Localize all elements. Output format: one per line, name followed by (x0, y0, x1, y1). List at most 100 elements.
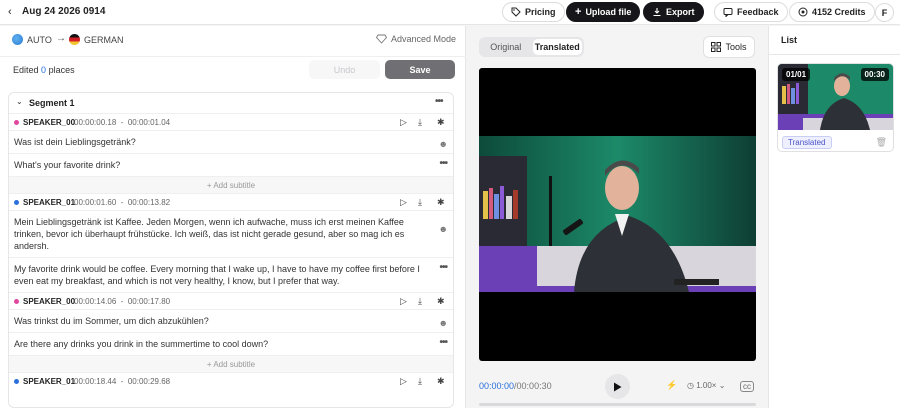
original-text-value: Was ist dein Lieblingsgetränk? (14, 137, 136, 147)
upload-file-label: Upload file (585, 7, 632, 17)
advanced-mode-button[interactable]: Advanced Mode (376, 34, 456, 44)
tools-label: Tools (725, 42, 747, 52)
time-range[interactable]: 00:00:14.06 - 00:00:17.80 (74, 297, 170, 306)
message-icon (723, 8, 733, 17)
user-icon[interactable]: ☻ (439, 138, 448, 150)
original-text[interactable]: Was ist dein Lieblingsgetränk? ☻ (9, 130, 453, 153)
target-language-select[interactable]: GERMAN (69, 34, 124, 45)
source-language-label: AUTO (27, 34, 52, 45)
globe-icon (12, 34, 23, 45)
export-button[interactable]: Export (643, 2, 704, 22)
add-subtitle-button[interactable]: + Add subtitle (9, 355, 453, 372)
speaker-name[interactable]: SPEAKER_00 (23, 118, 75, 127)
back-arrow-icon[interactable]: ‹ (8, 6, 12, 18)
chevron-down-icon[interactable]: ⌄ (16, 97, 23, 106)
language-row: AUTO → GERMAN Advanced Mode (0, 26, 466, 54)
edit-status-bar: Edited 0 places Undo Save (0, 56, 466, 82)
video-card[interactable]: 01/01 00:30 Translated 🗑 (777, 63, 894, 152)
download-icon[interactable]: ⤓ (418, 296, 422, 307)
split-icon[interactable]: ✱ (437, 296, 445, 307)
translation-text[interactable]: Are there any drinks you drink in the su… (9, 332, 453, 355)
coin-icon (798, 7, 808, 17)
tab-original[interactable]: Original (481, 39, 531, 55)
translation-text[interactable]: What's your favorite drink? ••• (9, 153, 453, 176)
play-icon[interactable]: ▷ (400, 296, 407, 307)
user-icon[interactable]: ☻ (439, 317, 448, 329)
time-range[interactable]: 00:00:00.18 - 00:00:01.04 (74, 118, 170, 127)
user-icon[interactable]: ☻ (439, 223, 448, 235)
split-icon[interactable]: ✱ (437, 376, 445, 387)
download-icon[interactable]: ⤓ (418, 117, 422, 128)
pricing-label: Pricing (525, 7, 556, 17)
play-icon[interactable]: ▷ (400, 376, 407, 387)
video-frame (479, 136, 756, 292)
upload-file-button[interactable]: + Upload file (566, 2, 641, 22)
undo-button[interactable]: Undo (309, 60, 380, 79)
time-range[interactable]: 00:00:01.60 - 00:00:13.82 (74, 198, 170, 207)
playback-progress[interactable] (479, 403, 756, 406)
trash-icon[interactable]: 🗑 (876, 137, 887, 148)
speaker-name[interactable]: SPEAKER_01 (23, 377, 75, 386)
feedback-button[interactable]: Feedback (714, 2, 788, 22)
grid-icon (711, 42, 722, 52)
play-icon (614, 382, 622, 391)
target-language-label: GERMAN (84, 34, 124, 45)
credits-label: 4152 Credits (812, 7, 866, 17)
video-list-panel: List 01/01 00:30 Translated 🗑 (768, 26, 900, 408)
download-icon[interactable]: ⤓ (418, 376, 422, 387)
more-icon[interactable]: ••• (439, 337, 447, 349)
playback-speed-select[interactable]: ◷ 1.00× ⌄ (687, 381, 725, 390)
play-icon[interactable]: ▷ (400, 117, 407, 128)
translation-text-value: Are there any drinks you drink in the su… (14, 339, 269, 349)
speed-label: 1.00× (696, 381, 717, 390)
source-language-select[interactable]: AUTO (12, 34, 52, 45)
speaker-row: SPEAKER_01 00:00:18.44 - 00:00:29.68 ▷ ⤓… (9, 372, 453, 389)
speaker-row: SPEAKER_01 00:00:01.60 - 00:00:13.82 ▷ ⤓… (9, 193, 453, 210)
speaker-name[interactable]: SPEAKER_00 (23, 297, 75, 306)
speaker-row: SPEAKER_00 00:00:14.06 - 00:00:17.80 ▷ ⤓… (9, 292, 453, 309)
save-button[interactable]: Save (385, 60, 455, 79)
speaker-color-dot (14, 299, 19, 304)
time-display: 00:00:00/00:00:30 (479, 381, 552, 391)
translation-text-value: My favorite drink would be coffee. Every… (14, 264, 420, 286)
speaker-row: SPEAKER_00 00:00:00.18 - 00:00:01.04 ▷ ⤓… (9, 113, 453, 130)
original-text-value: Was trinkst du im Sommer, um dich abzukü… (14, 316, 209, 326)
more-icon[interactable]: ••• (439, 158, 447, 170)
video-preview-panel: Original Translated Tools 00:00:00/00:00… (467, 26, 767, 408)
project-title: Aug 24 2026 0914 (22, 6, 106, 17)
translation-text-value: What's your favorite drink? (14, 160, 121, 170)
segment-title: Segment 1 (29, 98, 75, 108)
lightning-icon[interactable]: ⚡ (666, 380, 677, 391)
credits-button[interactable]: 4152 Credits (789, 2, 875, 22)
add-subtitle-button[interactable]: + Add subtitle (9, 176, 453, 193)
edited-suffix: places (48, 65, 75, 75)
advanced-mode-label: Advanced Mode (391, 34, 457, 44)
edited-places-text: Edited 0 places (13, 65, 75, 75)
user-avatar[interactable]: F (875, 3, 894, 22)
play-icon[interactable]: ▷ (400, 197, 407, 208)
more-icon[interactable]: ••• (439, 262, 447, 274)
split-icon[interactable]: ✱ (437, 197, 445, 208)
play-button[interactable] (605, 374, 630, 399)
tools-button[interactable]: Tools (703, 36, 755, 58)
speaker-name[interactable]: SPEAKER_01 (23, 198, 75, 207)
video-player[interactable] (479, 68, 756, 361)
split-icon[interactable]: ✱ (437, 117, 445, 128)
subtitle-editor-panel: AUTO → GERMAN Advanced Mode Edited 0 pla… (0, 26, 466, 408)
tab-translated[interactable]: Translated (532, 39, 582, 55)
speaker-color-dot (14, 200, 19, 205)
time-range[interactable]: 00:00:18.44 - 00:00:29.68 (74, 377, 170, 386)
current-time: 00:00:00 (479, 381, 515, 391)
segment-header[interactable]: ⌄ Segment 1 ••• (9, 93, 453, 113)
original-text[interactable]: Mein Lieblingsgetränk ist Kaffee. Jeden … (9, 210, 453, 257)
download-icon[interactable]: ⤓ (418, 197, 422, 208)
original-text-value: Mein Lieblingsgetränk ist Kaffee. Jeden … (14, 217, 405, 251)
more-icon[interactable]: ••• (435, 96, 443, 107)
top-bar: ‹ Aug 24 2026 0914 Pricing + Upload file… (0, 0, 900, 25)
translation-text[interactable]: My favorite drink would be coffee. Every… (9, 257, 453, 292)
germany-flag-icon (69, 34, 80, 45)
captions-icon[interactable]: cc (740, 381, 754, 392)
feedback-label: Feedback (737, 7, 779, 17)
pricing-button[interactable]: Pricing (502, 2, 565, 22)
original-text[interactable]: Was trinkst du im Sommer, um dich abzukü… (9, 309, 453, 332)
